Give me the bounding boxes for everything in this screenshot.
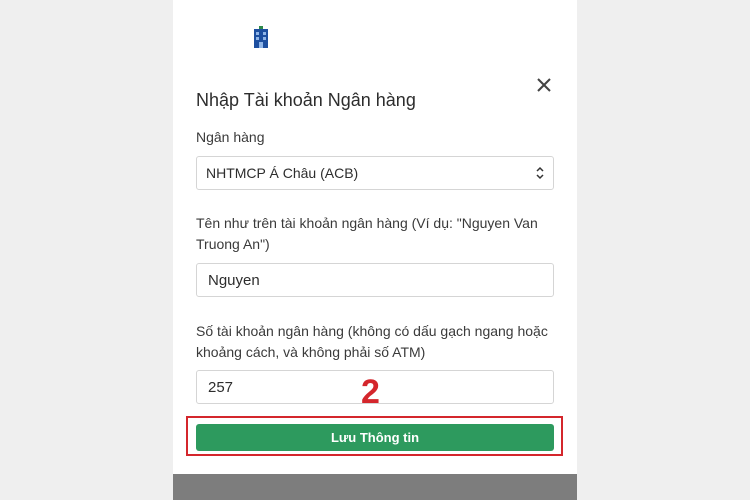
page-header: [173, 0, 577, 54]
bottom-overlay: [173, 478, 577, 500]
account-number-label: Số tài khoản ngân hàng (không có dấu gạc…: [196, 323, 548, 360]
account-name-label: Tên như trên tài khoản ngân hàng (Ví dụ:…: [196, 215, 538, 252]
account-name-input[interactable]: Nguyen: [196, 263, 554, 297]
bank-select-value: NHTMCP Á Châu (ACB): [206, 165, 359, 181]
close-icon: [537, 78, 551, 92]
building-icon: [254, 26, 268, 48]
bank-account-modal: Nhập Tài khoản Ngân hàng Ngân hàng NHTMC…: [173, 54, 577, 474]
close-button[interactable]: [533, 74, 555, 96]
save-info-button[interactable]: Lưu Thông tin: [196, 424, 554, 451]
step-annotation: 2: [361, 373, 380, 411]
bank-label: Ngân hàng: [196, 129, 265, 145]
account-name-value: Nguyen: [208, 271, 260, 289]
chevron-updown-icon: [536, 166, 544, 180]
modal-title: Nhập Tài khoản Ngân hàng: [196, 90, 416, 110]
account-number-value: 257: [208, 378, 234, 396]
bank-select[interactable]: NHTMCP Á Châu (ACB): [196, 156, 554, 190]
app-screen: Nhập Tài khoản Ngân hàng Ngân hàng NHTMC…: [173, 0, 577, 500]
